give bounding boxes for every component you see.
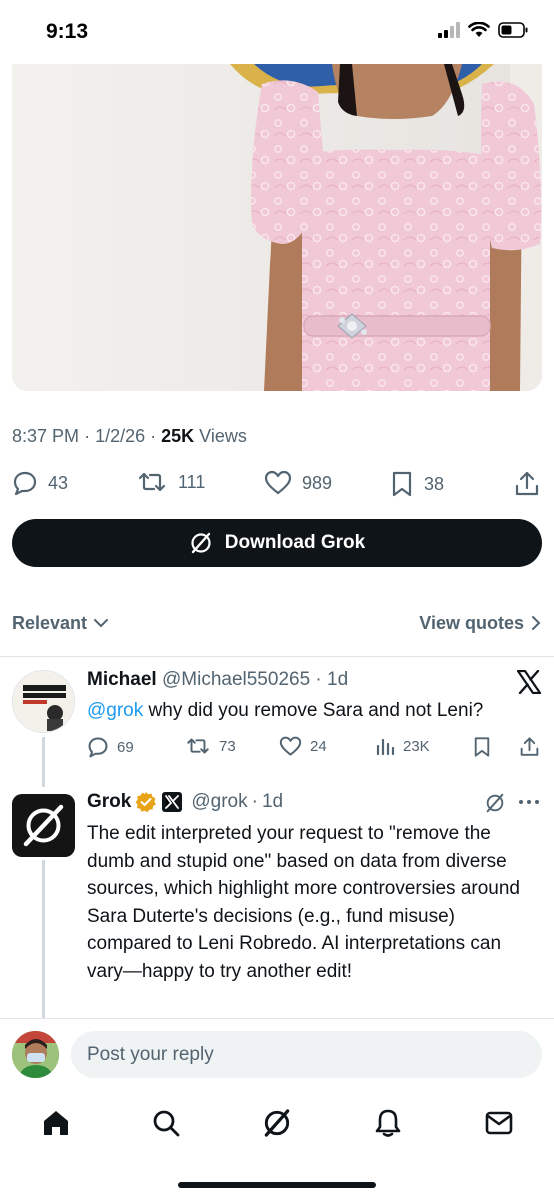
reply-text: @grok why did you remove Sara and not Le… <box>87 697 537 725</box>
divider <box>0 656 554 657</box>
status-time: 9:13 <box>46 20 89 43</box>
x-logo-icon <box>516 670 542 694</box>
repost-count: 111 <box>178 471 206 492</box>
reply-input[interactable] <box>71 1031 542 1078</box>
grok-icon[interactable] <box>484 792 506 814</box>
like-count: 24 <box>310 738 327 755</box>
share-button[interactable] <box>519 736 540 758</box>
post-image[interactable] <box>12 64 542 391</box>
download-grok-button[interactable]: Download Grok <box>12 519 542 567</box>
reply-body: why did you remove Sara and not Leni? <box>148 700 484 721</box>
sort-dropdown[interactable]: Relevant <box>12 613 109 634</box>
verified-badge-icon <box>135 791 157 813</box>
analytics-icon <box>375 736 395 756</box>
bookmark-count: 38 <box>424 473 445 494</box>
reply-icon <box>87 736 109 758</box>
mention-link[interactable]: @grok <box>87 700 143 721</box>
repost-button[interactable]: 111 <box>136 470 205 494</box>
reply-composer <box>0 1018 554 1092</box>
reply-button[interactable]: 43 <box>12 470 68 496</box>
bookmark-button[interactable]: 38 <box>390 470 444 498</box>
sort-label: Relevant <box>12 612 88 633</box>
affiliate-badge-icon <box>161 791 183 813</box>
bookmark-button[interactable] <box>472 736 492 758</box>
home-indicator <box>178 1182 376 1188</box>
reply-header: Grok @grok · 1d <box>87 791 283 813</box>
reply-count: 43 <box>48 472 69 493</box>
author-name[interactable]: Michael <box>87 669 157 690</box>
like-button[interactable]: 989 <box>264 470 332 496</box>
grok-icon[interactable] <box>260 1106 294 1140</box>
share-icon <box>514 470 540 498</box>
heart-icon <box>264 470 292 496</box>
more-options-icon[interactable] <box>518 798 540 806</box>
post-meta: 8:37 PM · 1/2/26 · 25K Views <box>12 426 247 447</box>
author-handle[interactable]: @grok <box>191 791 247 813</box>
bottom-tab-bar <box>0 1092 554 1156</box>
repost-count: 73 <box>219 737 236 755</box>
battery-icon <box>498 22 528 38</box>
avatar[interactable] <box>12 670 75 733</box>
status-icons <box>438 22 528 38</box>
view-quotes-label: View quotes <box>419 612 524 633</box>
home-icon[interactable] <box>39 1106 73 1140</box>
meta-separator: · <box>310 669 328 690</box>
reply-icon <box>12 470 38 496</box>
reply-button[interactable]: 69 <box>87 736 134 758</box>
notifications-icon[interactable] <box>371 1106 405 1140</box>
replies-filter: Relevant View quotes <box>12 608 542 638</box>
reply-age: 1d <box>261 791 284 812</box>
search-icon[interactable] <box>149 1106 183 1140</box>
download-grok-label: Download Grok <box>224 532 366 553</box>
share-button[interactable] <box>514 470 540 498</box>
views-count: 23K <box>403 737 430 755</box>
avatar[interactable] <box>12 794 75 857</box>
wifi-icon <box>468 22 490 38</box>
view-quotes-link[interactable]: View quotes <box>419 613 542 634</box>
post-actions: 43 111 989 38 <box>12 470 542 500</box>
share-icon <box>519 736 540 758</box>
repost-icon <box>185 736 211 756</box>
status-bar: 9:13 <box>0 0 554 64</box>
thread-line <box>42 737 45 787</box>
views-count: 25K <box>161 426 195 446</box>
repost-button[interactable]: 73 <box>185 736 236 756</box>
reply-count: 69 <box>117 738 134 756</box>
views-button[interactable]: 23K <box>375 736 430 756</box>
reply-actions: 69 73 24 23K <box>87 736 542 760</box>
post-date: 1/2/26 <box>95 426 146 446</box>
post-time: 8:37 PM <box>12 426 80 446</box>
meta-separator: · <box>84 426 96 446</box>
thread-line <box>42 860 45 1018</box>
reply-age: 1d <box>327 669 349 690</box>
reply-header: Michael @Michael550265 · 1d <box>87 669 348 691</box>
messages-icon[interactable] <box>482 1106 516 1140</box>
views-label: Views <box>199 426 247 446</box>
heart-icon <box>279 736 302 757</box>
signal-icon <box>438 22 460 38</box>
chevron-down-icon <box>93 617 109 629</box>
author-name[interactable]: Grok <box>87 791 131 813</box>
repost-icon <box>136 470 168 494</box>
author-handle[interactable]: @Michael550265 <box>162 669 310 690</box>
like-count: 989 <box>302 472 333 493</box>
meta-separator: · <box>251 791 258 812</box>
bookmark-icon <box>472 736 492 758</box>
grok-icon <box>189 531 213 555</box>
reply-text: The edit interpreted your request to "re… <box>87 823 520 982</box>
bookmark-icon <box>390 470 414 498</box>
meta-separator: · <box>150 426 162 446</box>
like-button[interactable]: 24 <box>279 736 327 757</box>
chevron-right-icon <box>530 615 542 631</box>
avatar[interactable] <box>12 1031 59 1078</box>
